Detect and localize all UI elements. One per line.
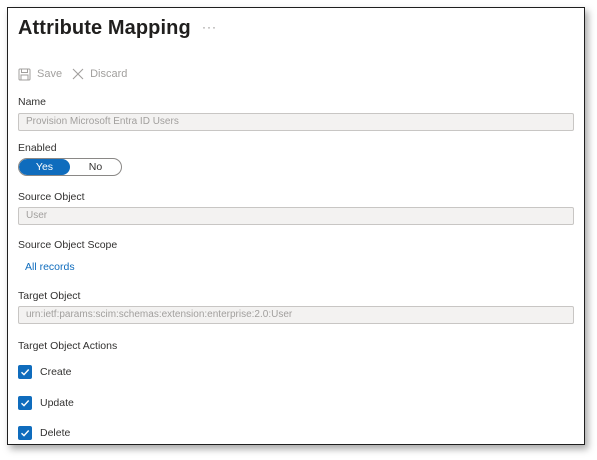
more-options-icon[interactable]: ··· <box>202 20 217 34</box>
save-icon <box>18 68 31 80</box>
source-object-label: Source Object <box>18 191 85 203</box>
save-label: Save <box>37 68 63 80</box>
enabled-label: Enabled <box>18 142 57 154</box>
checkmark-icon <box>21 400 30 407</box>
discard-label: Discard <box>90 68 128 80</box>
toggle-yes-option[interactable]: Yes <box>19 159 70 175</box>
target-actions-label: Target Object Actions <box>18 340 118 352</box>
update-checkbox[interactable] <box>18 396 32 410</box>
name-label: Name <box>18 96 47 108</box>
update-label: Update <box>40 397 74 409</box>
create-label: Create <box>40 366 72 378</box>
source-object-field[interactable]: User <box>18 207 574 225</box>
page-title: Attribute Mapping <box>18 17 191 39</box>
checkmark-icon <box>21 369 30 376</box>
discard-button[interactable]: Discard <box>72 68 127 80</box>
save-button[interactable]: Save <box>18 68 62 81</box>
checkmark-icon <box>21 430 30 437</box>
toggle-no-option[interactable]: No <box>70 159 121 175</box>
create-checkbox-row[interactable]: Create <box>18 365 72 379</box>
name-field[interactable]: Provision Microsoft Entra ID Users <box>18 113 574 131</box>
delete-label: Delete <box>40 427 71 439</box>
update-checkbox-row[interactable]: Update <box>18 396 74 410</box>
target-object-field[interactable]: urn:ietf:params:scim:schemas:extension:e… <box>18 306 574 324</box>
close-icon <box>72 68 84 80</box>
attribute-mapping-panel: Attribute Mapping ··· Save Discard Name … <box>7 7 585 445</box>
create-checkbox[interactable] <box>18 365 32 379</box>
enabled-toggle[interactable]: Yes No <box>18 158 122 176</box>
toolbar: Save Discard <box>18 66 137 82</box>
source-scope-label: Source Object Scope <box>18 239 118 251</box>
target-object-label: Target Object <box>18 290 81 302</box>
all-records-link[interactable]: All records <box>25 261 75 273</box>
delete-checkbox-row[interactable]: Delete <box>18 426 70 440</box>
delete-checkbox[interactable] <box>18 426 32 440</box>
